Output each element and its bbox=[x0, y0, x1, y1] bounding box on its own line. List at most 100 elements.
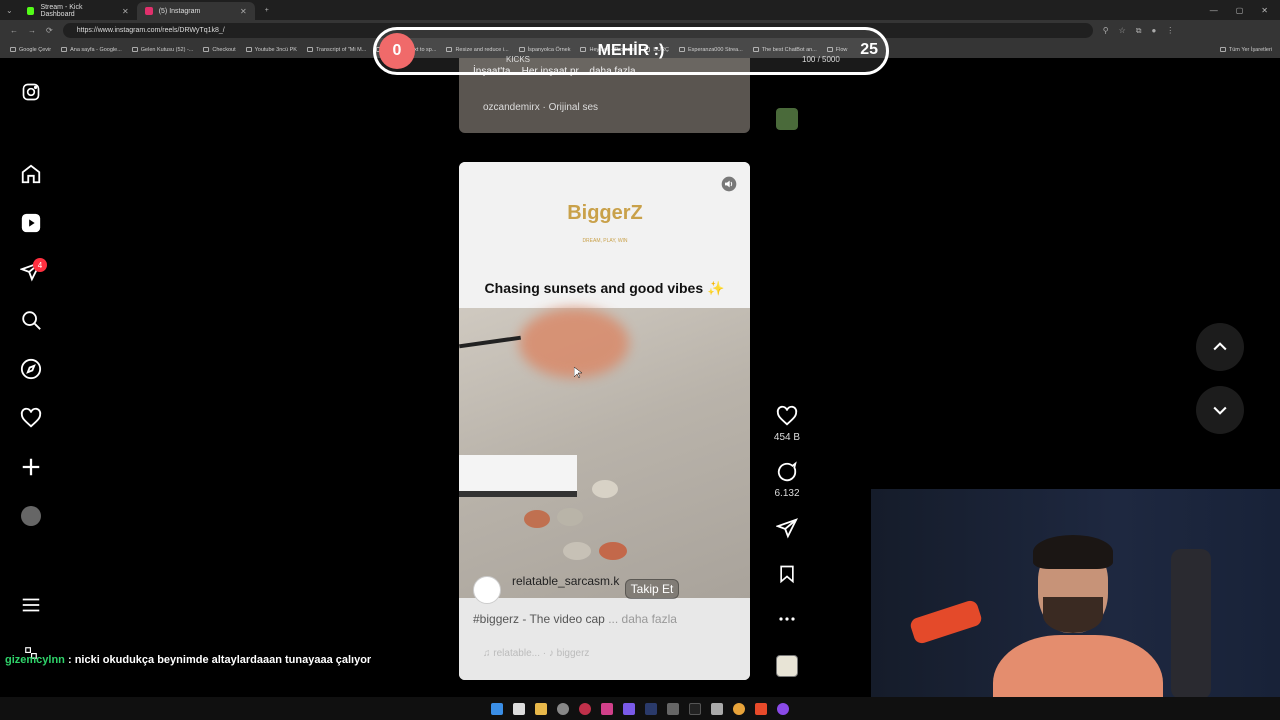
kicks-count: 100 / 5000 bbox=[802, 55, 840, 64]
taskbar bbox=[0, 697, 1280, 720]
more-menu-icon[interactable] bbox=[20, 594, 42, 616]
tab-kick-dashboard[interactable]: Stream - Kick Dashboard ✕ bbox=[19, 2, 137, 20]
save-icon[interactable] bbox=[775, 562, 799, 586]
obs-icon[interactable] bbox=[777, 702, 789, 715]
caption-more-link[interactable]: ... daha fazla bbox=[608, 612, 677, 626]
video-coin bbox=[524, 510, 550, 528]
author-avatar[interactable] bbox=[473, 576, 501, 604]
menu-icon[interactable]: ⋮ bbox=[1166, 26, 1174, 36]
video-card bbox=[459, 455, 577, 497]
reel-player[interactable]: BiggerZ DREAM, PLAY, WIN Chasing sunsets… bbox=[459, 162, 750, 680]
back-icon[interactable]: ← bbox=[10, 26, 18, 35]
app-icon[interactable] bbox=[623, 702, 635, 715]
volume-icon[interactable] bbox=[721, 176, 737, 192]
url-text: https://www.instagram.com/reels/DRWyTq1k… bbox=[76, 27, 225, 34]
close-icon[interactable]: ✕ bbox=[122, 7, 129, 16]
window-close-icon[interactable]: ✕ bbox=[1261, 6, 1268, 15]
explore-icon[interactable] bbox=[20, 358, 42, 380]
reel-audio[interactable]: ♫ relatable... · ♪ biggerz bbox=[483, 648, 589, 659]
chrome-icon[interactable] bbox=[733, 702, 745, 715]
folder-icon bbox=[1219, 47, 1226, 52]
stream-overlay-bar: 0 MEHİR :) 25 bbox=[373, 27, 889, 75]
instagram-logo-icon[interactable] bbox=[20, 81, 42, 103]
bookmark-item[interactable]: Ana sayfa - Google... bbox=[61, 47, 122, 53]
bookmark-item[interactable]: Youtube 3ncü PK bbox=[245, 47, 297, 53]
new-tab-icon[interactable]: + bbox=[255, 7, 269, 14]
reload-icon[interactable]: ⟳ bbox=[46, 26, 53, 35]
notifications-heart-icon[interactable] bbox=[20, 407, 42, 429]
like-count: 454 B bbox=[773, 432, 801, 443]
zoom-icon[interactable]: ⚲ bbox=[1103, 26, 1109, 36]
gaming-chair bbox=[1171, 549, 1211, 699]
reel-info-area bbox=[459, 598, 750, 680]
microphone bbox=[908, 598, 984, 646]
comment-icon[interactable] bbox=[775, 460, 799, 484]
instagram-app-icon[interactable] bbox=[601, 702, 613, 715]
next-reel-button[interactable] bbox=[1196, 386, 1244, 434]
previous-reel-audio[interactable]: ozcandemirx · Orijinal ses bbox=[483, 102, 598, 113]
mouse-cursor-icon bbox=[574, 367, 582, 378]
app-icon[interactable] bbox=[557, 702, 569, 715]
tab-title: Stream - Kick Dashboard bbox=[40, 4, 83, 18]
photoshop-icon[interactable] bbox=[645, 702, 657, 715]
follow-button[interactable]: Takip Et bbox=[625, 579, 679, 599]
tab-search-icon[interactable]: ⌄ bbox=[0, 6, 19, 15]
bookmark-item[interactable]: Checkout bbox=[203, 47, 236, 53]
bookmark-item[interactable]: Tüm Yer İşaretleri bbox=[1219, 47, 1280, 53]
app-icon[interactable] bbox=[755, 702, 767, 715]
chevron-up-icon bbox=[1213, 342, 1227, 351]
tiktok-icon[interactable] bbox=[689, 702, 701, 715]
bookmark-item[interactable]: Google Çevir bbox=[10, 47, 51, 53]
instagram-sidebar bbox=[0, 58, 64, 698]
messages-badge: 4 bbox=[33, 258, 47, 272]
chat-username: gizemcylnn bbox=[5, 654, 65, 666]
minimize-icon[interactable]: — bbox=[1210, 6, 1218, 15]
extensions-icon[interactable]: ⧉ bbox=[1136, 26, 1142, 36]
bookmark-icon bbox=[203, 47, 210, 52]
previous-reel-button[interactable] bbox=[1196, 323, 1244, 371]
reel-video-frame[interactable] bbox=[459, 308, 750, 598]
create-icon[interactable] bbox=[20, 456, 42, 478]
browser-tab-strip: ⌄ Stream - Kick Dashboard ✕ (5) Instagra… bbox=[0, 0, 1280, 20]
app-icon[interactable] bbox=[711, 702, 723, 715]
video-coin bbox=[557, 508, 583, 526]
biggerz-logo: BiggerZ bbox=[567, 202, 643, 224]
bookmark-icon bbox=[306, 47, 313, 52]
maximize-icon[interactable]: ▢ bbox=[1236, 6, 1244, 15]
app-icon[interactable] bbox=[579, 702, 591, 715]
profile-avatar[interactable] bbox=[21, 506, 41, 526]
share-icon[interactable] bbox=[775, 516, 799, 540]
bookmark-item[interactable]: Transcript of "Mi M... bbox=[306, 47, 366, 53]
app-icon[interactable] bbox=[667, 702, 679, 715]
kicks-label: KICKS bbox=[506, 55, 531, 64]
folder-icon bbox=[245, 47, 252, 52]
bookmark-icon bbox=[131, 47, 138, 52]
profile-icon[interactable]: ● bbox=[1151, 26, 1156, 36]
close-icon[interactable]: ✕ bbox=[240, 7, 247, 16]
windows-start-icon[interactable] bbox=[491, 702, 503, 715]
video-coin bbox=[563, 542, 591, 560]
home-icon[interactable] bbox=[20, 163, 42, 185]
instagram-favicon-icon bbox=[144, 7, 153, 15]
previous-audio-thumbnail[interactable] bbox=[776, 108, 798, 130]
like-icon[interactable] bbox=[775, 404, 799, 428]
search-icon[interactable] bbox=[20, 309, 42, 331]
reel-caption[interactable]: #biggerz - The video cap ... daha fazla bbox=[473, 612, 677, 626]
bookmark-star-icon[interactable]: ☆ bbox=[1119, 26, 1126, 36]
overlay-right-counter: 25 bbox=[860, 41, 878, 58]
file-explorer-icon[interactable] bbox=[535, 702, 547, 715]
video-coin bbox=[599, 542, 627, 560]
comment-count: 6.132 bbox=[774, 488, 800, 499]
more-options-icon[interactable] bbox=[775, 607, 799, 631]
tab-instagram[interactable]: (5) Instagram ✕ bbox=[136, 2, 255, 20]
forward-icon[interactable]: → bbox=[28, 26, 36, 35]
bookmark-item[interactable]: Gelen Kutusu (52) -... bbox=[131, 47, 193, 53]
audio-thumbnail[interactable] bbox=[776, 655, 798, 677]
reel-title: Chasing sunsets and good vibes ✨ bbox=[484, 280, 725, 296]
reels-icon[interactable] bbox=[20, 212, 42, 234]
kick-favicon-icon bbox=[26, 7, 35, 15]
caption-text: #biggerz - The video cap bbox=[473, 612, 605, 626]
task-view-icon[interactable] bbox=[513, 702, 525, 715]
tab-title: (5) Instagram bbox=[158, 7, 201, 15]
author-username[interactable]: relatable_sarcasm.k bbox=[512, 575, 619, 587]
